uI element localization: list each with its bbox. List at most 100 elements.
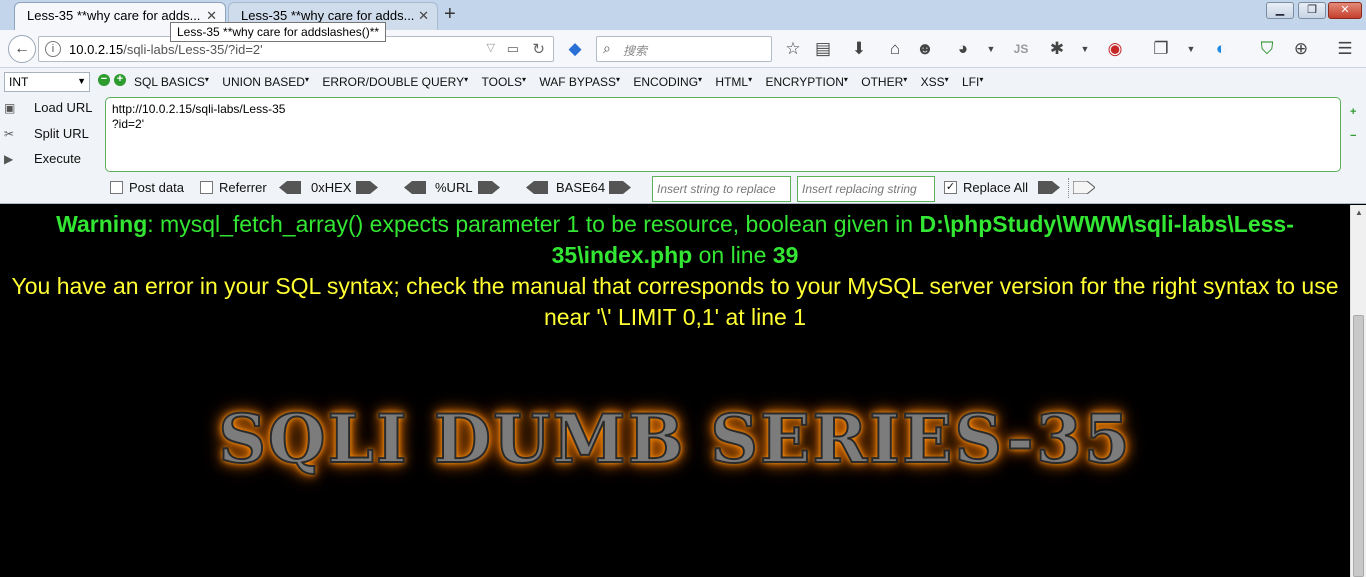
url-encode-label: %URL xyxy=(435,180,473,195)
chevron-down-icon[interactable]: ▽ xyxy=(487,41,495,54)
home-icon[interactable]: ⌂ xyxy=(884,39,906,59)
menu-encryption[interactable]: ENCRYPTION xyxy=(765,75,847,89)
php-warning: Warning: mysql_fetch_array() expects par… xyxy=(0,209,1350,271)
banner-title: SQLI DUMB SERIES-35 xyxy=(217,399,1132,479)
minimize-button[interactable]: ▁ xyxy=(1266,2,1294,19)
search-icon: ⌕ xyxy=(603,40,611,56)
arrow-right-icon[interactable] xyxy=(356,181,378,194)
close-window-button[interactable]: ✕ xyxy=(1328,2,1362,19)
split-url-label: Split URL xyxy=(34,126,89,141)
menu-error-double-query[interactable]: ERROR/DOUBLE QUERY xyxy=(322,75,468,89)
avatar-icon[interactable]: ☻ xyxy=(914,39,936,59)
url-textarea[interactable]: http://10.0.2.15/sqli-labs/Less-35 ?id=2… xyxy=(105,97,1341,172)
separator xyxy=(1068,178,1069,198)
page-icon[interactable]: ❐ xyxy=(1150,39,1172,59)
tab-tooltip: Less-35 **why care for addslashes()** xyxy=(170,22,387,42)
cookie-icon[interactable]: ◕ xyxy=(952,39,974,59)
type-select[interactable]: INT ▼ xyxy=(4,72,90,92)
hackbar-menu: INT ▼ − + SQL BASICS UNION BASED ERROR/D… xyxy=(0,68,1366,96)
expand-button[interactable]: + xyxy=(1350,106,1356,118)
warning-online: on line xyxy=(692,242,773,268)
split-url-button[interactable]: ✂ Split URL xyxy=(4,126,89,141)
arrow-left-icon[interactable] xyxy=(279,181,301,194)
menu-icon[interactable]: ☰ xyxy=(1334,39,1356,59)
arrow-right-icon[interactable] xyxy=(478,181,500,194)
arrow-right-icon[interactable] xyxy=(609,181,631,194)
execute-label: Execute xyxy=(34,151,81,166)
menu-encoding[interactable]: ENCODING xyxy=(633,75,702,89)
url-host: 10.0.2.15 xyxy=(69,42,124,57)
chevron-down-icon[interactable]: ▼ xyxy=(980,39,1002,59)
replace-all-checkbox[interactable]: ✓ xyxy=(944,181,957,194)
extension-bird-icon[interactable]: ◆ xyxy=(564,39,586,59)
lifebuoy-icon[interactable]: ◉ xyxy=(1104,39,1126,59)
maximize-button[interactable]: ❐ xyxy=(1298,2,1326,19)
page-action-icon[interactable]: ▭ xyxy=(507,41,519,57)
hex-label: 0xHEX xyxy=(311,180,352,195)
menu-tools[interactable]: TOOLS xyxy=(482,75,526,89)
scissors-icon: ✂ xyxy=(4,127,15,141)
search-box[interactable]: ⌕ 搜索 xyxy=(596,36,772,62)
info-icon[interactable]: i xyxy=(45,41,61,57)
menu-html[interactable]: HTML xyxy=(715,75,752,89)
referrer-checkbox[interactable] xyxy=(200,181,213,194)
load-url-button[interactable]: ▣ Load URL xyxy=(4,100,93,115)
type-select-value: INT xyxy=(9,75,29,89)
url-text[interactable]: 10.0.2.15/sqli-labs/Less-35/?id=2' xyxy=(69,42,263,57)
warning-text: : mysql_fetch_array() expects parameter … xyxy=(147,211,920,237)
menu-other[interactable]: OTHER xyxy=(861,75,907,89)
hackbar-menu-items: SQL BASICS UNION BASED ERROR/DOUBLE QUER… xyxy=(134,75,993,89)
menu-waf-bypass[interactable]: WAF BYPASS xyxy=(539,75,620,89)
insert-string-input[interactable]: Insert string to replace xyxy=(652,176,791,202)
tab-label: Less-35 **why care for adds... xyxy=(27,8,201,23)
execute-button[interactable]: ▶ Execute xyxy=(4,151,81,166)
referrer-label: Referrer xyxy=(219,180,267,195)
insert-replacing-input[interactable]: Insert replacing string xyxy=(797,176,935,202)
arrow-right-icon[interactable] xyxy=(1073,181,1095,194)
back-button[interactable]: ← xyxy=(8,35,36,63)
download-icon[interactable]: ⬇ xyxy=(848,39,870,59)
base64-label: BASE64 xyxy=(556,180,606,195)
scroll-up-icon[interactable]: ▲ xyxy=(1351,205,1366,221)
scroll-thumb[interactable] xyxy=(1353,315,1364,577)
menu-sql-basics[interactable]: SQL BASICS xyxy=(134,75,209,89)
arrow-left-icon[interactable] xyxy=(404,181,426,194)
post-data-checkbox[interactable] xyxy=(110,181,123,194)
increase-button[interactable]: + xyxy=(114,74,126,86)
load-url-label: Load URL xyxy=(34,100,93,115)
bug-icon[interactable]: ✱ xyxy=(1046,39,1068,59)
globe-icon[interactable]: ⊕ xyxy=(1290,39,1312,59)
warning-line: 39 xyxy=(772,242,799,268)
collapse-button[interactable]: − xyxy=(1350,130,1356,142)
menu-lfi[interactable]: LFI xyxy=(962,75,983,89)
chevron-down-icon[interactable]: ▼ xyxy=(1074,39,1096,59)
new-tab-button[interactable]: + xyxy=(444,3,456,26)
url-path: /sqli-labs/Less-35/?id=2' xyxy=(123,42,263,57)
translate-icon[interactable]: ◐ xyxy=(1210,39,1232,59)
post-data-label: Post data xyxy=(129,180,184,195)
warning-label: Warning xyxy=(56,211,148,237)
tab-label: Less-35 **why care for adds... xyxy=(241,8,415,23)
chevron-down-icon: ▼ xyxy=(77,76,86,86)
replace-all-label: Replace All xyxy=(963,180,1029,195)
decrease-button[interactable]: − xyxy=(98,74,110,86)
arrow-left-icon[interactable] xyxy=(526,181,548,194)
load-icon: ▣ xyxy=(4,101,16,115)
reload-icon[interactable]: ↻ xyxy=(532,40,545,58)
menu-union-based[interactable]: UNION BASED xyxy=(222,75,309,89)
hackbar-body: ▣ Load URL ✂ Split URL ▶ Execute http://… xyxy=(0,96,1366,204)
vertical-scrollbar[interactable]: ▲ xyxy=(1350,205,1366,577)
play-icon: ▶ xyxy=(4,152,14,166)
arrow-right-icon[interactable] xyxy=(1038,181,1060,194)
page-content: Warning: mysql_fetch_array() expects par… xyxy=(0,205,1350,577)
options-row: Post data Referrer 0xHEX %URL BASE64 Ins… xyxy=(0,176,1366,202)
js-icon[interactable]: JS xyxy=(1010,39,1032,59)
sql-error-message: You have an error in your SQL syntax; ch… xyxy=(11,273,1339,330)
shield-icon[interactable]: ⛉ xyxy=(1256,39,1278,59)
menu-xss[interactable]: XSS xyxy=(921,75,949,89)
reading-list-icon[interactable]: ▤ xyxy=(812,39,834,59)
search-placeholder: 搜索 xyxy=(623,44,648,58)
close-tab-icon[interactable]: ✕ xyxy=(418,8,429,24)
chevron-down-icon[interactable]: ▼ xyxy=(1180,39,1202,59)
bookmark-star-icon[interactable]: ☆ xyxy=(782,39,804,59)
